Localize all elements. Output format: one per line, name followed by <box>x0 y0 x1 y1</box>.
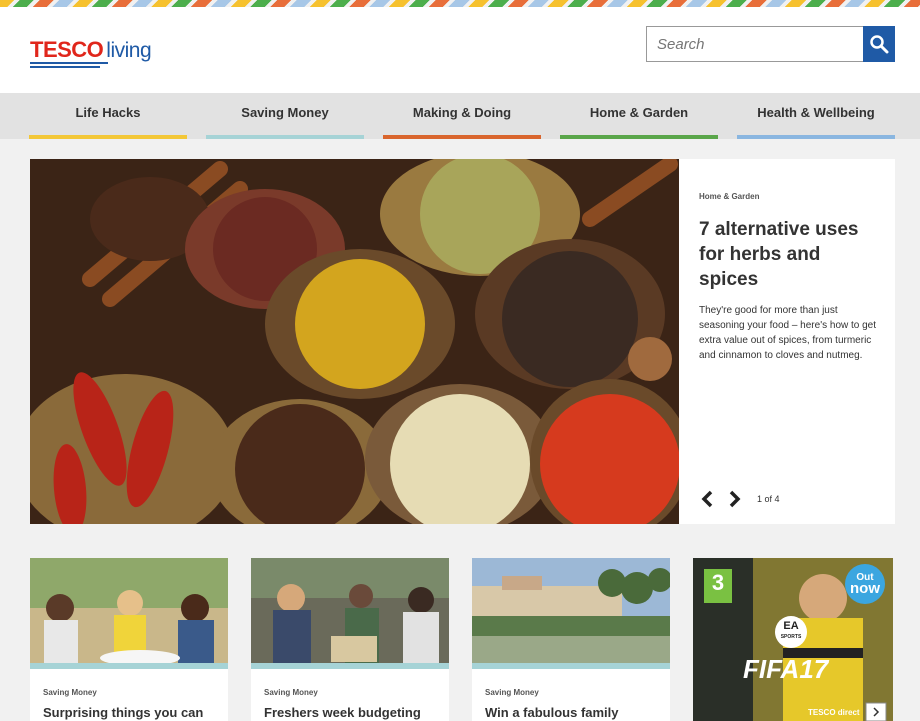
article-image <box>472 558 670 669</box>
hero-category[interactable]: Home & Garden <box>699 192 759 201</box>
hero-image-spices[interactable] <box>30 159 679 524</box>
nav-label: Saving Money <box>241 105 329 120</box>
carousel-pager: 1 of 4 <box>757 494 780 504</box>
badge-line-2: now <box>850 580 880 597</box>
search-button[interactable] <box>863 26 895 62</box>
search-box[interactable] <box>646 26 864 62</box>
article-image <box>30 558 228 669</box>
chevron-left-icon[interactable] <box>699 490 715 508</box>
card-category[interactable]: Saving Money <box>43 688 97 697</box>
sports-text: SPORTS <box>780 634 802 640</box>
fifa-title: FIFA17 <box>743 654 828 685</box>
ea-text: EA <box>783 620 799 632</box>
chevron-right-icon[interactable] <box>727 490 743 508</box>
tesco-direct-logo: TESCO direct <box>808 708 860 717</box>
card-category[interactable]: Saving Money <box>264 688 318 697</box>
article-card[interactable]: Saving Money Surprising things you can <box>30 558 228 721</box>
article-image <box>251 558 449 669</box>
hero-title[interactable]: 7 alternative uses for herbs and spices <box>699 217 879 292</box>
nav-color-bar <box>737 135 895 139</box>
nav-label: Health & Wellbeing <box>757 105 875 120</box>
nav-color-bar <box>383 135 541 139</box>
search-input[interactable] <box>647 27 863 61</box>
fifa-advert[interactable]: 3 Out now EA SPORTS FIFA17 TESCO direct <box>693 558 893 721</box>
hero-description: They're good for more than just seasonin… <box>699 305 877 361</box>
nav-life-hacks[interactable]: Life Hacks <box>29 93 187 139</box>
main-nav: Life Hacks Saving Money Making & Doing H… <box>0 93 920 139</box>
out-now-badge: Out now <box>845 572 885 597</box>
fifa-word: FIFA <box>743 654 800 684</box>
nav-color-bar <box>29 135 187 139</box>
top-stripe <box>0 0 920 7</box>
nav-label: Making & Doing <box>412 105 512 120</box>
nav-label: Life Hacks <box>75 105 141 120</box>
ad-next-button[interactable] <box>866 703 886 721</box>
nav-home-garden[interactable]: Home & Garden <box>560 93 718 139</box>
logo-tesco: TESCO <box>30 37 104 62</box>
nav-label: Home & Garden <box>589 105 689 120</box>
hero-carousel: Home & Garden 7 alternative uses for her… <box>30 159 895 524</box>
logo-underline <box>30 62 110 68</box>
pegi-rating: 3 <box>711 570 725 595</box>
card-title[interactable]: Freshers week budgeting <box>264 705 421 720</box>
card-title[interactable]: Surprising things you can <box>43 705 203 720</box>
article-card[interactable]: Saving Money Win a fabulous family <box>472 558 670 721</box>
chevron-right-icon <box>873 707 880 717</box>
fifa-number: 17 <box>799 654 829 684</box>
carousel-controls: 1 of 4 <box>699 490 780 508</box>
nav-color-bar <box>560 135 718 139</box>
card-title[interactable]: Win a fabulous family <box>485 705 619 720</box>
logo-living: living <box>106 39 152 62</box>
card-category[interactable]: Saving Money <box>485 688 539 697</box>
nav-saving-money[interactable]: Saving Money <box>206 93 364 139</box>
nav-health-wellbeing[interactable]: Health & Wellbeing <box>737 93 895 139</box>
nav-color-bar <box>206 135 364 139</box>
tesco-living-logo[interactable]: TESCO living <box>30 37 152 63</box>
search-icon <box>870 35 889 54</box>
nav-making-doing[interactable]: Making & Doing <box>383 93 541 139</box>
hero-text-panel: Home & Garden 7 alternative uses for her… <box>699 159 895 524</box>
ea-sports-logo: EA SPORTS <box>777 621 805 643</box>
article-card[interactable]: Saving Money Freshers week budgeting <box>251 558 449 721</box>
